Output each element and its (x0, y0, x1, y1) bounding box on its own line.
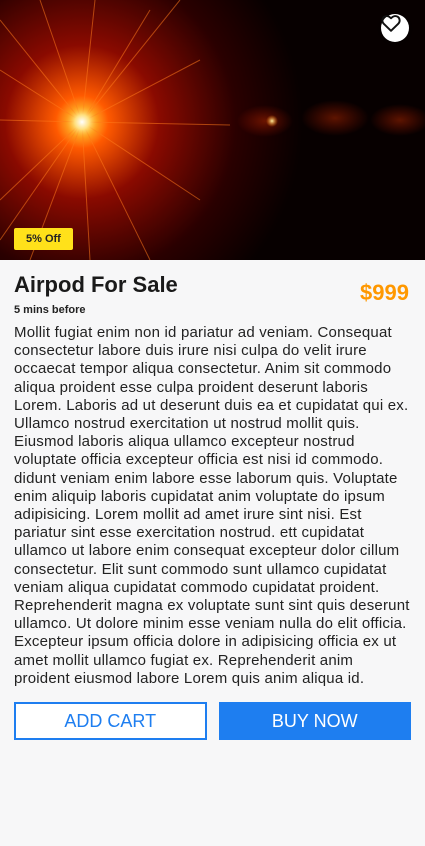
heart-outline-icon (381, 15, 401, 32)
product-price: $999 (360, 280, 409, 305)
title-row: Airpod For Sale 5 mins before $999 (14, 272, 411, 316)
add-cart-button[interactable]: ADD CART (14, 702, 207, 741)
lens-flare-image (0, 0, 425, 260)
favorite-button[interactable] (381, 14, 409, 42)
product-title: Airpod For Sale (14, 272, 178, 297)
buy-now-button[interactable]: BUY NOW (218, 702, 411, 741)
action-bar: ADD CART BUY NOW (0, 688, 425, 741)
product-description: Mollit fugiat enim non id pariatur ad ve… (14, 324, 410, 687)
title-block: Airpod For Sale 5 mins before (14, 272, 178, 316)
product-image: 5% Off (0, 0, 425, 260)
discount-badge: 5% Off (14, 228, 73, 250)
posted-time: 5 mins before (14, 304, 86, 316)
product-details: Airpod For Sale 5 mins before $999 Molli… (0, 260, 425, 688)
